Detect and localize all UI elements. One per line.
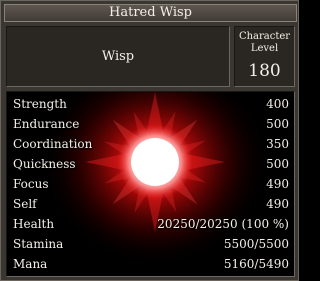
stat-row-coordination: Coordination 350 xyxy=(13,135,289,153)
stat-row-strength: Strength 400 xyxy=(13,95,289,113)
stat-value: 500 xyxy=(266,117,289,131)
stat-label: Endurance xyxy=(13,117,80,131)
stat-row-focus: Focus 490 xyxy=(13,175,289,193)
stat-label: Stamina xyxy=(13,237,64,251)
creature-name-panel: Wisp xyxy=(6,26,230,87)
stat-label: Focus xyxy=(13,177,49,191)
creature-name: Wisp xyxy=(101,49,135,64)
stat-label: Coordination xyxy=(13,137,93,151)
stat-row-mana: Mana 5160/5490 xyxy=(13,255,289,273)
stat-label: Mana xyxy=(13,257,48,271)
creature-info-window: Hatred Wisp Wisp Character Level 180 Str… xyxy=(0,0,299,281)
stat-label: Strength xyxy=(13,97,67,111)
stat-row-self: Self 490 xyxy=(13,195,289,213)
stat-value: 20250/20250 (100 %) xyxy=(157,217,289,231)
stat-value: 5160/5490 xyxy=(223,257,289,271)
stat-row-stamina: Stamina 5500/5500 xyxy=(13,235,289,253)
window-title[interactable]: Hatred Wisp xyxy=(4,4,297,22)
level-label: Character Level xyxy=(238,31,291,54)
stat-value: 500 xyxy=(266,157,289,171)
stat-value: 350 xyxy=(266,137,289,151)
stat-row-endurance: Endurance 500 xyxy=(13,115,289,133)
stat-value: 490 xyxy=(266,177,289,191)
stat-row-health: Health 20250/20250 (100 %) xyxy=(13,215,289,233)
stat-value: 5500/5500 xyxy=(223,237,289,251)
stat-row-quickness: Quickness 500 xyxy=(13,155,289,173)
level-value: 180 xyxy=(248,61,281,81)
stat-value: 490 xyxy=(266,197,289,211)
stat-label: Quickness xyxy=(13,157,76,171)
stat-label: Self xyxy=(13,197,37,211)
stat-label: Health xyxy=(13,217,55,231)
level-panel: Character Level 180 xyxy=(234,26,295,87)
stats-panel: Strength 400 Endurance 500 Coordination … xyxy=(6,91,295,277)
stat-value: 400 xyxy=(266,97,289,111)
